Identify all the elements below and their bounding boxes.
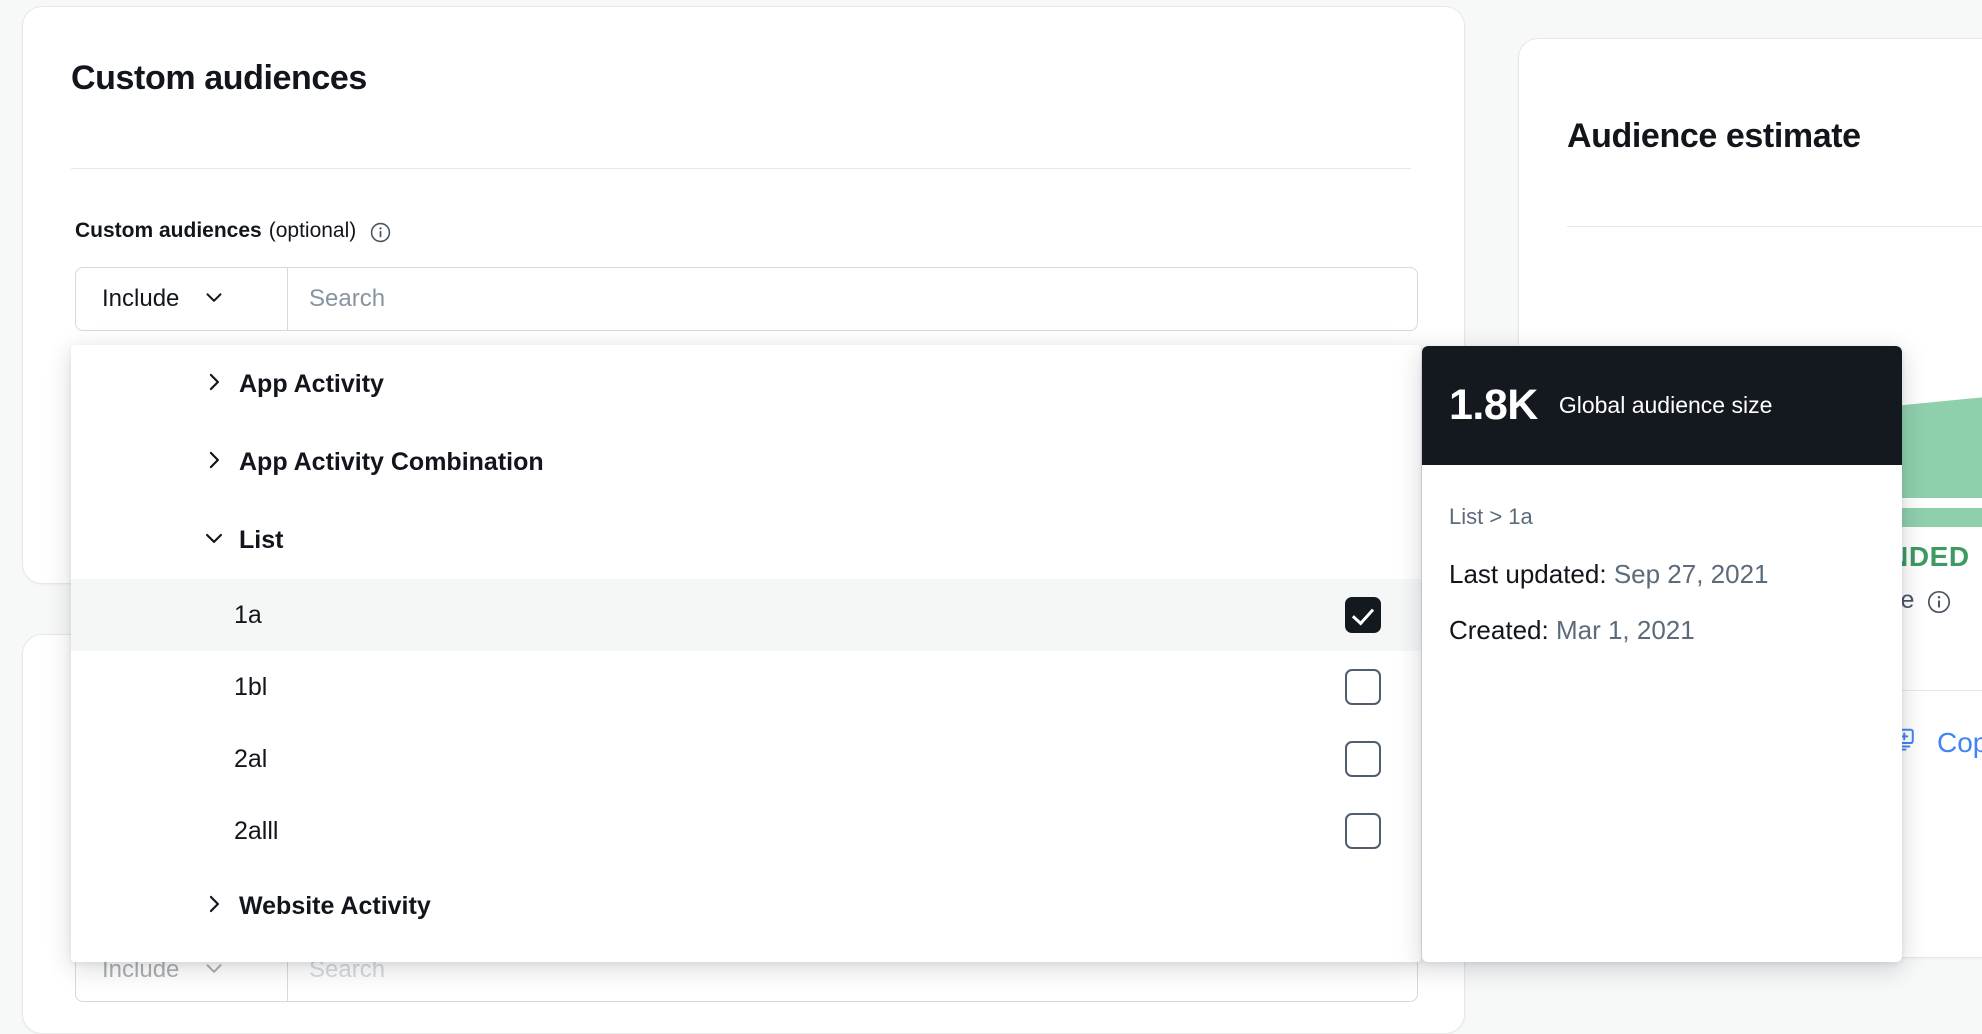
list-item-checkbox[interactable] [1345, 813, 1381, 849]
dropdown-group-label: App Activity Combination [239, 447, 544, 476]
include-dropdown-button[interactable]: Include [76, 268, 288, 330]
dropdown-group-list[interactable]: List [71, 501, 1421, 579]
divider [1567, 226, 1982, 227]
tooltip-last-updated-label: Last updated: [1449, 559, 1607, 589]
list-item-checkbox[interactable] [1345, 741, 1381, 777]
chevron-down-icon [201, 284, 227, 315]
chevron-right-icon [201, 891, 227, 922]
audience-estimate-title: Audience estimate [1567, 117, 1861, 155]
list-item-label: 2al [234, 744, 268, 773]
dropdown-group-app-activity-combination[interactable]: App Activity Combination [71, 423, 1421, 501]
dropdown-group-website-activity[interactable]: Website Activity [71, 867, 1421, 945]
list-item-checkbox[interactable] [1345, 669, 1381, 705]
info-circle-icon[interactable] [1927, 590, 1951, 614]
search-input[interactable]: Search [288, 268, 1417, 330]
tooltip-created-label: Created: [1449, 615, 1549, 645]
tooltip-created-value: Mar 1, 2021 [1555, 615, 1695, 645]
custom-audiences-dropdown: App Activity App Activity Combination Li… [71, 345, 1421, 962]
include-dropdown-label: Include [102, 285, 180, 312]
audience-gauge-base [1898, 508, 1982, 527]
tooltip-body: List > 1a Last updated: Sep 27, 2021 Cre… [1422, 465, 1902, 646]
info-circle-icon[interactable] [370, 222, 391, 243]
dropdown-group-label: List [239, 525, 284, 554]
list-item[interactable]: 1a [71, 579, 1421, 651]
chevron-right-icon [201, 369, 227, 400]
copy-audience-label: Cop [1937, 726, 1982, 758]
list-item[interactable]: 2al [71, 723, 1421, 795]
tooltip-created-row: Created: Mar 1, 2021 [1449, 615, 1875, 646]
field-label-text: Custom audiences [75, 219, 262, 242]
list-item-label: 1bl [234, 672, 268, 701]
custom-audiences-field-label: Custom audiences (optional) [75, 219, 391, 243]
list-item[interactable]: 1bl [71, 651, 1421, 723]
global-audience-size-value: 1.8K [1449, 381, 1538, 429]
page-title: Custom audiences [71, 59, 367, 97]
chevron-down-icon [201, 525, 227, 556]
tooltip-breadcrumb: List > 1a [1449, 504, 1533, 529]
tooltip-last-updated-row: Last updated: Sep 27, 2021 [1449, 559, 1875, 590]
dropdown-group-label: Website Activity [239, 891, 431, 920]
copy-audience-button[interactable]: Cop [1892, 726, 1982, 759]
dropdown-group-app-activity[interactable]: App Activity [71, 345, 1421, 423]
tooltip-last-updated-value: Sep 27, 2021 [1613, 559, 1769, 589]
list-item-checkbox[interactable] [1345, 597, 1381, 633]
tooltip-header: 1.8K Global audience size [1422, 346, 1902, 465]
search-placeholder: Search [309, 285, 386, 312]
list-item-label: 1a [234, 600, 262, 629]
list-item[interactable]: 2alll [71, 795, 1421, 867]
list-item-label: 2alll [234, 816, 279, 845]
chevron-right-icon [201, 447, 227, 478]
audience-gauge-bar [1898, 388, 1982, 498]
audience-info-tooltip: 1.8K Global audience size List > 1a Last… [1422, 346, 1902, 962]
global-audience-size-label: Global audience size [1558, 392, 1773, 418]
divider [71, 168, 1411, 169]
field-label-optional: (optional) [268, 219, 357, 242]
custom-audiences-combo: Include Search [75, 267, 1418, 331]
dropdown-group-label: App Activity [239, 369, 384, 398]
